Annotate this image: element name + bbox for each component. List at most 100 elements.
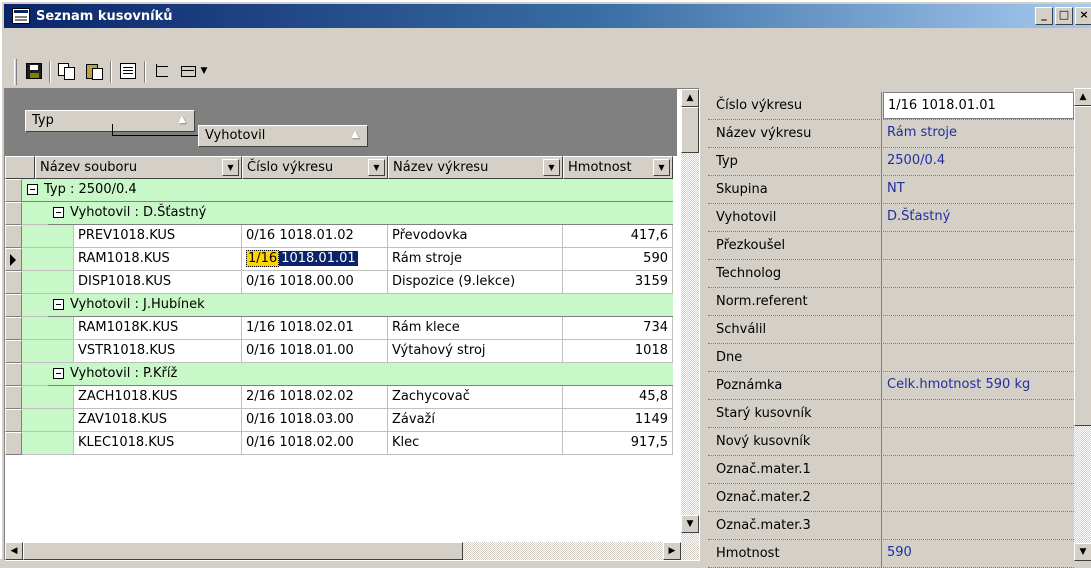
table-row[interactable]: RAM1018.KUS 1/16 1018.01.01 Rám stroje 590 bbox=[74, 248, 673, 271]
row-indicator[interactable] bbox=[5, 363, 22, 386]
property-value[interactable] bbox=[883, 484, 1074, 511]
properties-button[interactable] bbox=[116, 60, 140, 82]
group-chip-vyhotovil[interactable]: Vyhotovil ▲ bbox=[198, 125, 368, 147]
cell-drawing-name[interactable]: Zachycovač bbox=[388, 386, 563, 409]
table-row[interactable]: RAM1018K.KUS 1/16 1018.02.01 Rám klece 734 bbox=[74, 317, 673, 340]
scroll-up-button[interactable]: ▲ bbox=[681, 89, 699, 107]
copy-button[interactable] bbox=[54, 60, 78, 82]
scroll-down-button[interactable]: ▼ bbox=[1074, 543, 1091, 561]
property-value[interactable] bbox=[883, 456, 1074, 483]
cell-weight[interactable]: 417,6 bbox=[563, 225, 673, 248]
row-indicator[interactable] bbox=[5, 432, 22, 455]
filter-dropdown-icon[interactable]: ▼ bbox=[222, 159, 239, 176]
scroll-right-button[interactable]: ▶ bbox=[663, 542, 681, 560]
property-value[interactable] bbox=[883, 400, 1074, 427]
property-value[interactable]: 1/16 1018.01.01 bbox=[883, 92, 1074, 119]
close-button[interactable]: × bbox=[1075, 7, 1091, 25]
property-value[interactable] bbox=[883, 232, 1074, 259]
property-row[interactable]: Vyhotovil D.Šťastný bbox=[708, 204, 1074, 232]
property-row[interactable]: Typ 2500/0.4 bbox=[708, 148, 1074, 176]
column-header-weight[interactable]: Hmotnost ▼ bbox=[563, 156, 673, 179]
minimize-button[interactable]: _ bbox=[1035, 7, 1053, 25]
row-indicator[interactable] bbox=[5, 386, 22, 409]
cell-weight[interactable]: 1018 bbox=[563, 340, 673, 363]
property-value[interactable]: D.Šťastný bbox=[883, 204, 1074, 231]
table-row[interactable]: VSTR1018.KUS 0/16 1018.01.00 Výtahový stro… bbox=[74, 340, 673, 363]
property-value[interactable]: 590 bbox=[883, 540, 1074, 567]
property-value[interactable]: Celk.hmotnost 590 kg bbox=[883, 372, 1074, 399]
collapse-icon[interactable] bbox=[27, 184, 38, 195]
collapse-icon[interactable] bbox=[53, 368, 64, 379]
cell-weight[interactable]: 590 bbox=[563, 248, 673, 271]
cell-file-name[interactable]: RAM1018K.KUS bbox=[74, 317, 242, 340]
property-value[interactable] bbox=[883, 512, 1074, 539]
cell-file-name[interactable]: RAM1018.KUS bbox=[74, 248, 242, 271]
property-value[interactable]: Rám stroje bbox=[883, 120, 1074, 147]
scroll-down-button[interactable]: ▼ bbox=[681, 515, 699, 533]
scroll-thumb[interactable] bbox=[1074, 106, 1091, 426]
grid-horizontal-scrollbar[interactable]: ◀ ▶ bbox=[5, 542, 699, 560]
maximize-button[interactable]: □ bbox=[1055, 7, 1073, 25]
property-row[interactable]: Dne bbox=[708, 344, 1074, 372]
property-row[interactable]: Starý kusovník bbox=[708, 400, 1074, 428]
group-row-vyhotovil[interactable]: Vyhotovil : P.Kříž bbox=[48, 363, 673, 386]
cell-file-name[interactable]: ZAV1018.KUS bbox=[74, 409, 242, 432]
properties-scrollbar[interactable]: ▲ ▼ bbox=[1074, 88, 1091, 561]
property-row[interactable]: Technolog bbox=[708, 260, 1074, 288]
property-row[interactable]: Označ.mater.3 bbox=[708, 512, 1074, 540]
table-row[interactable]: KLEC1018.KUS 0/16 1018.02.00 Klec 917,5 bbox=[74, 432, 673, 455]
paste-button[interactable] bbox=[82, 60, 106, 82]
row-indicator[interactable] bbox=[5, 317, 22, 340]
group-by-area[interactable]: Typ ▲ Vyhotovil ▲ bbox=[5, 89, 677, 156]
scroll-left-button[interactable]: ◀ bbox=[5, 542, 23, 560]
row-indicator[interactable] bbox=[5, 248, 22, 271]
property-row[interactable]: Poznámka Celk.hmotnost 590 kg bbox=[708, 372, 1074, 400]
property-row[interactable]: Schválil bbox=[708, 316, 1074, 344]
cell-drawing-number[interactable]: 0/16 1018.01.02 bbox=[242, 225, 388, 248]
cell-drawing-name[interactable]: Rám klece bbox=[388, 317, 563, 340]
cell-file-name[interactable]: PREV1018.KUS bbox=[74, 225, 242, 248]
cell-drawing-name[interactable]: Rám stroje bbox=[388, 248, 563, 271]
filter-dropdown-icon[interactable]: ▼ bbox=[653, 159, 670, 176]
cell-drawing-name[interactable]: Převodovka bbox=[388, 225, 563, 248]
property-value[interactable] bbox=[883, 260, 1074, 287]
toolbar-grip[interactable] bbox=[14, 59, 17, 85]
table-row[interactable]: ZACH1018.KUS 2/16 1018.02.02 Zachycovač 45,… bbox=[74, 386, 673, 409]
table-row[interactable]: PREV1018.KUS 0/16 1018.01.02 Převodovka 417… bbox=[74, 225, 673, 248]
cell-drawing-number[interactable]: 0/16 1018.02.00 bbox=[242, 432, 388, 455]
cell-weight[interactable]: 3159 bbox=[563, 271, 673, 294]
toolbar-dropdown-button[interactable]: ▼ bbox=[197, 60, 211, 82]
cell-file-name[interactable]: KLEC1018.KUS bbox=[74, 432, 242, 455]
cell-weight[interactable]: 734 bbox=[563, 317, 673, 340]
cell-drawing-name[interactable]: Klec bbox=[388, 432, 563, 455]
group-row-typ[interactable]: Typ : 2500/0.4 bbox=[22, 179, 673, 202]
property-value[interactable] bbox=[883, 344, 1074, 371]
cell-drawing-name[interactable]: Výtahový stroj bbox=[388, 340, 563, 363]
cell-drawing-number[interactable]: 1/16 1018.01.01 bbox=[242, 248, 388, 271]
cell-drawing-name[interactable]: Dispozice (9.lekce) bbox=[388, 271, 563, 294]
property-row[interactable]: Nový kusovník bbox=[708, 428, 1074, 456]
property-value[interactable] bbox=[883, 428, 1074, 455]
cell-drawing-number[interactable]: 1/16 1018.02.01 bbox=[242, 317, 388, 340]
row-indicator[interactable] bbox=[5, 179, 22, 202]
scroll-up-button[interactable]: ▲ bbox=[1074, 88, 1091, 106]
row-indicator[interactable] bbox=[5, 294, 22, 317]
row-indicator[interactable] bbox=[5, 225, 22, 248]
property-row[interactable]: Norm.referent bbox=[708, 288, 1074, 316]
cell-weight[interactable]: 1149 bbox=[563, 409, 673, 432]
property-row[interactable]: Označ.mater.1 bbox=[708, 456, 1074, 484]
group-row-vyhotovil[interactable]: Vyhotovil : J.Hubínek bbox=[48, 294, 673, 317]
property-row[interactable]: Hmotnost 590 bbox=[708, 540, 1074, 568]
cell-drawing-number[interactable]: 0/16 1018.01.00 bbox=[242, 340, 388, 363]
property-row[interactable]: Přezkoušel bbox=[708, 232, 1074, 260]
cell-file-name[interactable]: VSTR1018.KUS bbox=[74, 340, 242, 363]
group-row-vyhotovil[interactable]: Vyhotovil : D.Šťastný bbox=[48, 202, 673, 225]
cell-drawing-number[interactable]: 0/16 1018.03.00 bbox=[242, 409, 388, 432]
property-value[interactable]: NT bbox=[883, 176, 1074, 203]
collapse-icon[interactable] bbox=[53, 207, 64, 218]
cell-drawing-name[interactable]: Závaží bbox=[388, 409, 563, 432]
table-row[interactable]: DISP1018.KUS 0/16 1018.00.00 Dispozice (9.… bbox=[74, 271, 673, 294]
property-row[interactable]: Název výkresu Rám stroje bbox=[708, 120, 1074, 148]
window-app-icon[interactable] bbox=[12, 8, 30, 24]
property-row[interactable]: Označ.mater.2 bbox=[708, 484, 1074, 512]
